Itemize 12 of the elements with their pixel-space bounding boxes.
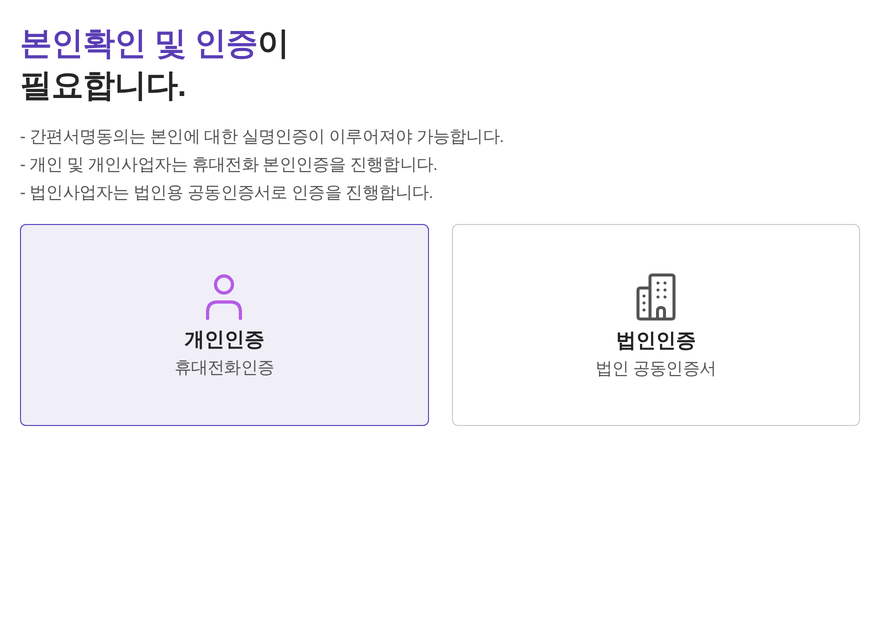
buildings-icon	[636, 273, 676, 321]
auth-option-card[interactable]: 법인인증 법인 공동인증서	[452, 224, 860, 426]
notice-text: - 법인사업자는 법인용 공동인증서로 인증을 진행합니다.	[20, 182, 434, 204]
option-subtitle: 법인 공동인증서	[595, 358, 716, 380]
page-heading: 본인확인 및 인증이 필요합니다.	[20, 24, 290, 105]
option-title: 개인인증	[184, 328, 264, 353]
person-icon	[205, 274, 244, 320]
option-title: 법인인증	[616, 329, 696, 354]
option-subtitle: 휴대전화인증	[174, 357, 274, 379]
auth-option-card[interactable]: 개인인증 휴대전화인증	[20, 224, 428, 426]
notice-text: - 개인 및 개인사업자는 휴대전화 본인인증을 진행합니다.	[20, 154, 438, 176]
notice-text: - 간편서명동의는 본인에 대한 실명인증이 이루어져야 가능합니다.	[20, 126, 505, 148]
